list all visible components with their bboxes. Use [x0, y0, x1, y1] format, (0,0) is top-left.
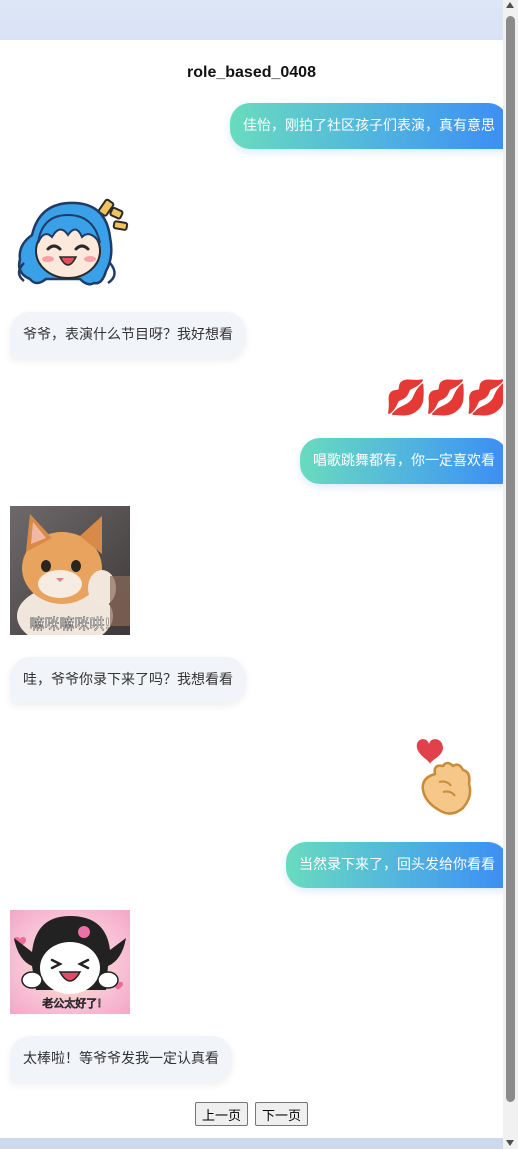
sticker-caption: 嘛咪嘛咪哄!: [29, 615, 110, 633]
message-bubble-incoming: 爷爷，表演什么节目呀？我好想看: [10, 312, 246, 358]
sticker-caption: 老公太好了!: [42, 996, 101, 1010]
message-bubble-outgoing: 佳怡，刚拍了社区孩子们表演，真有意思: [230, 103, 508, 149]
sticker-kitten: 嘛咪嘛咪哄!: [10, 506, 130, 635]
message-bubble-incoming: 哇，爷爷你录下来了吗？我想看看: [10, 657, 246, 703]
scroll-down-arrow-icon[interactable]: [506, 1140, 514, 1146]
sticker-kuromi: 老公太好了!: [10, 910, 130, 1014]
vertical-scrollbar[interactable]: [503, 0, 518, 1149]
sticker-chibi-girl: [10, 193, 130, 291]
emoji-kiss-lips: 💋💋💋: [384, 378, 508, 418]
scroll-up-arrow-icon[interactable]: [506, 2, 514, 8]
prev-page-button[interactable]: 上一页: [194, 1102, 248, 1126]
message-bubble-incoming: 太棒啦！等爷爷发我一定认真看: [10, 1036, 232, 1082]
chat-title: role_based_0408: [187, 64, 316, 81]
pagination: 上一页 下一页: [0, 1102, 503, 1126]
next-page-button[interactable]: 下一页: [255, 1102, 309, 1126]
scrollbar-thumb[interactable]: [506, 16, 515, 1102]
message-bubble-outgoing: 当然录下来了，回头发给你看看: [286, 842, 508, 888]
emoji-finger-heart: [413, 726, 479, 820]
bottom-bar: [0, 1138, 503, 1149]
top-bar: [0, 0, 503, 40]
message-bubble-outgoing: 唱歌跳舞都有，你一定喜欢看: [300, 438, 508, 484]
